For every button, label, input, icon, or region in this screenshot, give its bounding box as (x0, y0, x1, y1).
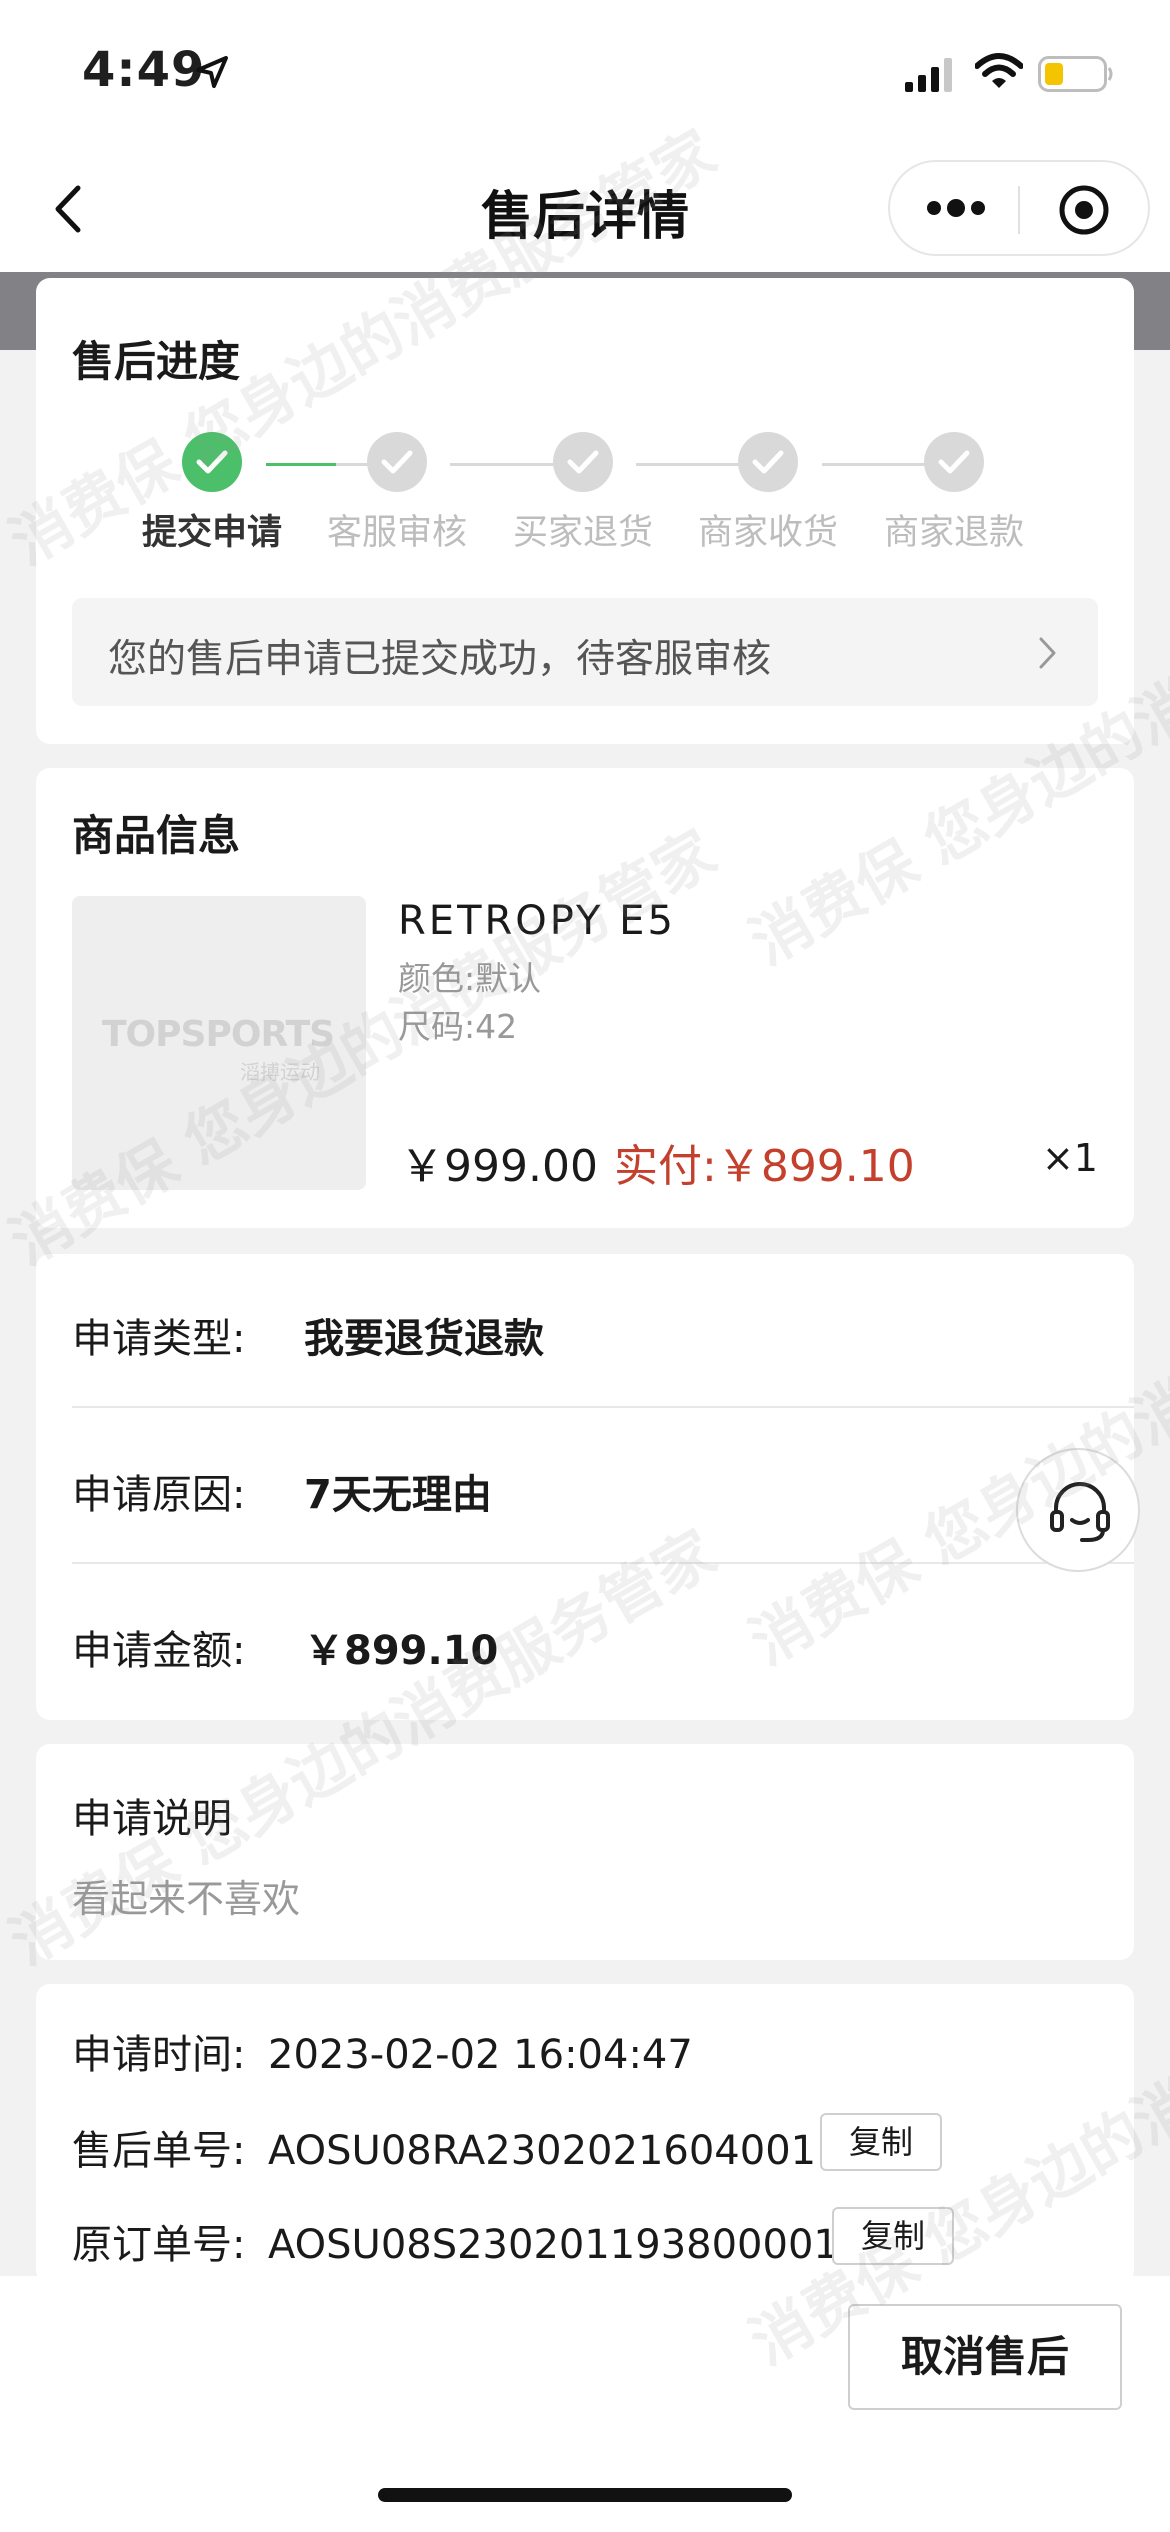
note-title: 申请说明 (72, 1796, 232, 1842)
request-type-value: 我要退货退款 (304, 1316, 544, 1362)
step-submit: 提交申请 (127, 432, 297, 555)
status-time: 4:49 (82, 42, 206, 98)
chevron-right-icon (1039, 637, 1056, 669)
headset-icon (1050, 1482, 1110, 1542)
request-type-row: 申请类型: 我要退货退款 (72, 1254, 1134, 1410)
request-reason-row: 申请原因: 7天无理由 (72, 1410, 1134, 1566)
product-logo-sub: 滔搏运动 (240, 1060, 320, 1084)
request-amount-value: ￥899.10 (304, 1628, 499, 1674)
original-price: ￥999.00 (400, 1141, 598, 1192)
product-name: RETROPY E5 (398, 898, 676, 944)
step-label: 商家退款 (883, 513, 1024, 553)
copy-aftersale-number-button[interactable]: 复制 (820, 2113, 942, 2171)
request-reason-value: 7天无理由 (304, 1472, 492, 1518)
request-info-card: 申请类型: 我要退货退款 申请原因: 7天无理由 申请金额: ￥899.10 (36, 1254, 1134, 1720)
goods-title: 商品信息 (72, 811, 241, 860)
apply-time-value: 2023-02-02 16:04:47 (268, 2032, 693, 2078)
location-arrow-icon (196, 56, 228, 88)
step-label: 买家退货 (512, 513, 653, 553)
goods-card: 商品信息 TOPSPORTS 滔搏运动 RETROPY E5 颜色:默认 尺码:… (36, 768, 1134, 1228)
apply-time-row: 申请时间: 2023-02-02 16:04:47 (72, 2022, 693, 2080)
home-indicator (378, 2488, 792, 2502)
product-color: 颜色:默认 (398, 959, 542, 998)
step-merchant-receive: 商家收货 (683, 432, 853, 555)
cancel-aftersale-button[interactable]: 取消售后 (848, 2304, 1122, 2410)
request-note-card: 申请说明 看起来不喜欢 (36, 1744, 1134, 1960)
divider (72, 1406, 1134, 1408)
step-label: 商家收货 (697, 513, 838, 553)
check-icon (553, 432, 613, 492)
paid-price: 实付:￥899.10 (614, 1141, 915, 1192)
original-order-number-row: 原订单号: AOSU08S230201193800001 (72, 2212, 839, 2270)
battery-low-icon (1038, 56, 1113, 92)
check-icon (738, 432, 798, 492)
step-label: 客服审核 (326, 513, 467, 553)
product-image[interactable]: TOPSPORTS 滔搏运动 (72, 896, 366, 1190)
request-reason-label: 申请原因: (72, 1472, 246, 1518)
close-mini-program-icon[interactable] (1058, 184, 1110, 236)
copy-original-order-number-button[interactable]: 复制 (832, 2207, 954, 2265)
note-value: 看起来不喜欢 (72, 1877, 301, 1921)
product-size: 尺码:42 (398, 1007, 518, 1046)
step-merchant-refund: 商家退款 (869, 432, 1039, 555)
wifi-icon (975, 53, 1023, 88)
aftersale-number-label: 售后单号: (72, 2128, 246, 2174)
cellular-signal-icon (905, 58, 952, 92)
order-info-card: 申请时间: 2023-02-02 16:04:47 售后单号: AOSU08RA23… (36, 1984, 1134, 2284)
product-logo: TOPSPORTS (102, 1014, 335, 1055)
original-order-number-label: 原订单号: (72, 2222, 246, 2268)
progress-card: 售后进度 提交申请 客服审核 买家退货 商家收货 商家退款 您的售后申请已提交成 (36, 278, 1134, 744)
more-icon[interactable] (926, 196, 986, 220)
request-amount-label: 申请金额: (72, 1628, 246, 1674)
apply-time-label: 申请时间: (72, 2032, 246, 2078)
aftersale-number-value: AOSU08RA2302021604001 (268, 2128, 817, 2174)
step-buyer-return: 买家退货 (498, 432, 668, 555)
capsule-divider (1018, 186, 1020, 234)
check-icon (367, 432, 427, 492)
step-label: 提交申请 (141, 513, 282, 553)
aftersale-number-row: 售后单号: AOSU08RA2302021604001 (72, 2118, 816, 2176)
navigation-bar: 售后详情 (0, 150, 1170, 272)
status-bar: 4:49 (0, 0, 1170, 150)
progress-title: 售后进度 (72, 337, 241, 386)
step-review: 客服审核 (312, 432, 482, 555)
divider (72, 1562, 1134, 1564)
status-notice[interactable]: 您的售后申请已提交成功，待客服审核 (72, 598, 1098, 706)
product-quantity: ×1 (1041, 1136, 1098, 1180)
check-icon (924, 432, 984, 492)
request-type-label: 申请类型: (72, 1316, 246, 1362)
notice-text: 您的售后申请已提交成功，待客服审核 (108, 637, 772, 682)
original-order-number-value: AOSU08S230201193800001 (268, 2222, 839, 2268)
check-icon (182, 432, 242, 492)
customer-service-button[interactable] (1016, 1448, 1140, 1572)
request-amount-row: 申请金额: ￥899.10 (72, 1566, 1134, 1722)
mini-program-capsule (888, 160, 1150, 256)
